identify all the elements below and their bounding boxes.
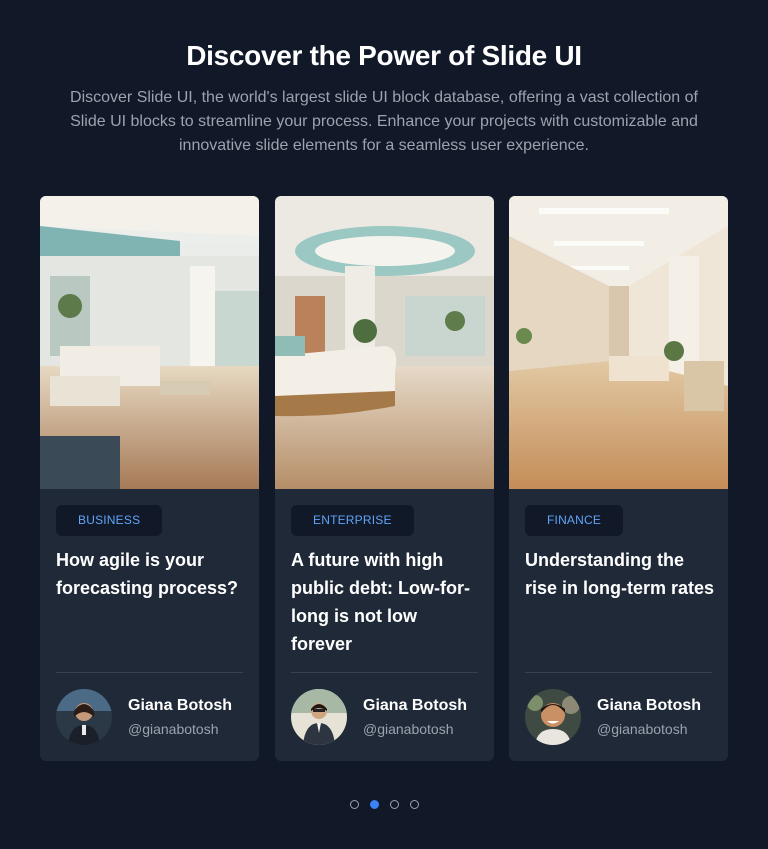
avatar bbox=[525, 689, 581, 745]
page-title: Discover the Power of Slide UI bbox=[186, 40, 582, 71]
category-badge[interactable]: BUSINESS bbox=[56, 505, 163, 536]
carousel-pagination bbox=[350, 800, 420, 810]
pagination-dot-4[interactable] bbox=[410, 800, 419, 809]
card-divider bbox=[56, 672, 243, 673]
card-headline[interactable]: Understanding the rise in long-term rate… bbox=[525, 546, 715, 602]
card-image-reception bbox=[275, 196, 494, 489]
pagination-dot-1[interactable] bbox=[350, 800, 359, 809]
page-subtitle: Discover Slide UI, the world's largest s… bbox=[70, 89, 698, 154]
pagination-dot-2-active[interactable] bbox=[370, 800, 379, 809]
category-badge[interactable]: FINANCE bbox=[525, 505, 624, 536]
avatar bbox=[291, 689, 347, 745]
card-headline[interactable]: How agile is your forecasting process? bbox=[56, 546, 246, 602]
avatar bbox=[56, 689, 112, 745]
article-card[interactable]: FINANCE Understanding the rise in long-t… bbox=[509, 196, 728, 761]
article-card[interactable]: BUSINESS How agile is your forecasting p… bbox=[40, 196, 259, 761]
author-name: Giana Botosh bbox=[363, 697, 468, 714]
slide-ui-section: Discover the Power of Slide UI Discover … bbox=[0, 0, 768, 849]
author-handle: @gianabotosh bbox=[597, 721, 688, 737]
category-badge[interactable]: ENTERPRISE bbox=[291, 505, 414, 536]
pagination-dot-3[interactable] bbox=[390, 800, 399, 809]
article-card[interactable]: ENTERPRISE A future with high public deb… bbox=[275, 196, 494, 761]
card-divider bbox=[291, 672, 478, 673]
author-handle: @gianabotosh bbox=[363, 721, 454, 737]
card-image-hallway bbox=[509, 196, 728, 489]
author-name: Giana Botosh bbox=[597, 697, 702, 714]
author-name: Giana Botosh bbox=[128, 697, 233, 714]
card-divider bbox=[525, 672, 712, 673]
author-handle: @gianabotosh bbox=[128, 721, 219, 737]
card-headline[interactable]: A future with high public debt: Low-for-… bbox=[291, 546, 481, 658]
card-carousel: BUSINESS How agile is your forecasting p… bbox=[40, 196, 728, 761]
card-image-office-lobby bbox=[40, 196, 259, 489]
